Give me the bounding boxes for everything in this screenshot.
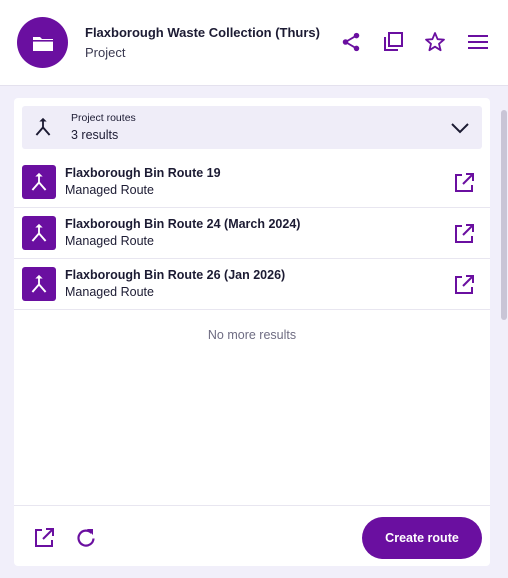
route-type: Managed Route: [65, 285, 154, 299]
route-icon: [22, 165, 56, 199]
route-type: Managed Route: [65, 183, 154, 197]
merge-icon: [32, 116, 54, 138]
route-type: Managed Route: [65, 234, 154, 248]
route-row[interactable]: Flaxborough Bin Route 19 Managed Route: [14, 157, 490, 208]
project-title: Flaxborough Waste Collection (Thurs): [85, 25, 320, 40]
create-route-button[interactable]: Create route: [362, 517, 482, 559]
route-title: Flaxborough Bin Route 24 (March 2024): [65, 217, 301, 231]
routes-panel: Project routes 3 results Flaxborough Bin…: [14, 98, 490, 566]
share-icon[interactable]: [339, 30, 363, 54]
results-count: 3 results: [71, 128, 119, 142]
panel-footer: Create route: [14, 505, 490, 566]
project-type-label: Project: [85, 45, 126, 60]
menu-icon[interactable]: [466, 30, 490, 54]
chevron-down-icon[interactable]: [448, 116, 472, 140]
app-header: Flaxborough Waste Collection (Thurs) Pro…: [0, 0, 508, 86]
route-row[interactable]: Flaxborough Bin Route 24 (March 2024) Ma…: [14, 208, 490, 259]
route-title: Flaxborough Bin Route 26 (Jan 2026): [65, 268, 286, 282]
project-routes-group-header[interactable]: Project routes 3 results: [22, 106, 482, 149]
scrollbar[interactable]: [501, 110, 507, 320]
star-icon[interactable]: [423, 30, 447, 54]
route-icon: [22, 267, 56, 301]
refresh-icon[interactable]: [74, 526, 98, 550]
project-avatar: [17, 17, 68, 68]
route-icon: [22, 216, 56, 250]
open-external-icon[interactable]: [32, 526, 56, 550]
route-row[interactable]: Flaxborough Bin Route 26 (Jan 2026) Mana…: [14, 259, 490, 310]
no-more-results-label: No more results: [207, 328, 297, 342]
open-external-icon[interactable]: [452, 171, 476, 195]
route-title: Flaxborough Bin Route 19: [65, 166, 221, 180]
copy-icon[interactable]: [381, 30, 405, 54]
group-label: Project routes: [71, 112, 136, 124]
folder-icon: [32, 36, 53, 51]
open-external-icon[interactable]: [452, 273, 476, 297]
open-external-icon[interactable]: [452, 222, 476, 246]
